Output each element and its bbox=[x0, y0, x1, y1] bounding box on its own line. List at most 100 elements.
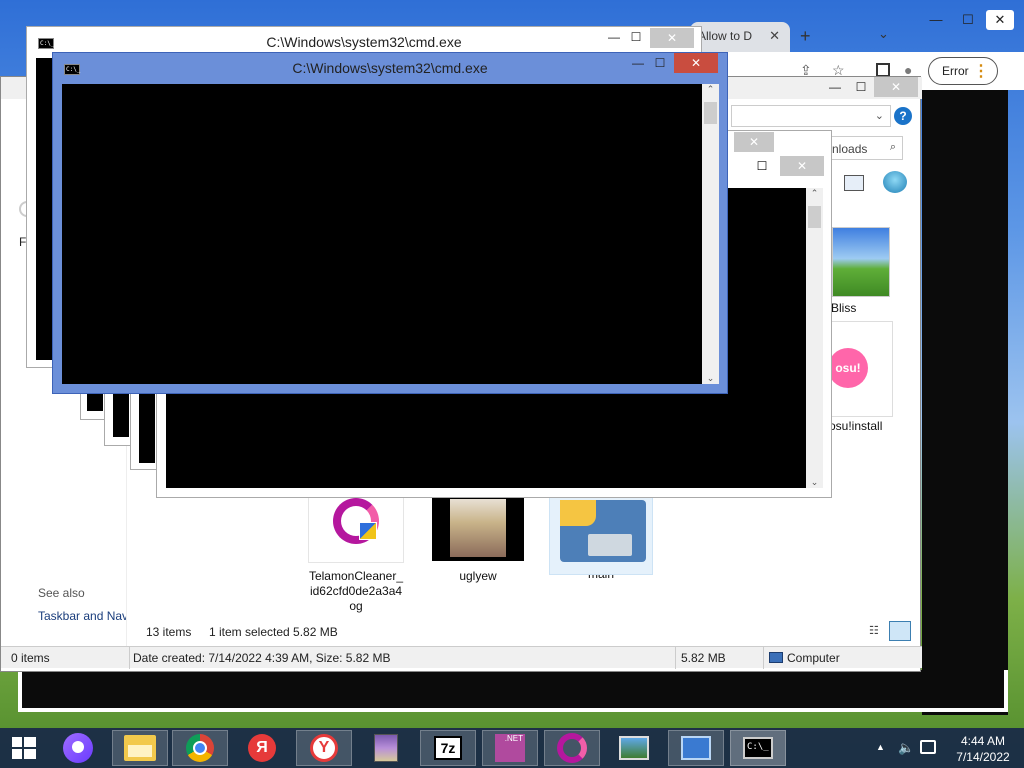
uglyew-thumbnail bbox=[432, 497, 524, 561]
dotnet-installer-taskbar-button[interactable]: .NET bbox=[482, 730, 538, 766]
scroll-thumb[interactable] bbox=[704, 102, 717, 124]
opera-taskbar-button[interactable] bbox=[544, 730, 600, 766]
file-label-line2: id62cfd0de2a3a4 bbox=[309, 584, 403, 598]
file-label: osu!install bbox=[829, 419, 883, 433]
close-button[interactable]: ✕ bbox=[986, 10, 1014, 30]
file-main[interactable]: main bbox=[549, 497, 653, 581]
explorer-status-bar: 0 items Date created: 7/14/2022 4:39 AM,… bbox=[1, 646, 922, 669]
taskbar-link[interactable]: Taskbar and Navigation bbox=[38, 609, 126, 623]
start-button[interactable] bbox=[0, 730, 48, 766]
status-details: Date created: 7/14/2022 4:39 AM, Size: 5… bbox=[133, 651, 391, 665]
address-bar[interactable]: ⌄ bbox=[731, 105, 891, 127]
maximize-button[interactable]: ☐ bbox=[848, 77, 874, 97]
explorer-window-controls: — ☐ ✕ bbox=[822, 77, 918, 97]
scroll-thumb[interactable] bbox=[808, 206, 821, 228]
computer-icon bbox=[769, 652, 783, 663]
chevron-down-icon[interactable]: ⌄ bbox=[875, 109, 884, 122]
status-items: 0 items bbox=[11, 651, 50, 665]
folder-icon bbox=[124, 735, 156, 761]
network-icon[interactable] bbox=[920, 740, 936, 754]
file-explorer-taskbar-button[interactable] bbox=[112, 730, 168, 766]
file-label: Bliss bbox=[831, 301, 857, 315]
yandex-taskbar-button[interactable]: Y bbox=[296, 730, 352, 766]
alice-assistant-button[interactable] bbox=[50, 730, 106, 766]
chrome-content-bottom bbox=[18, 670, 1008, 712]
telamon-thumbnail bbox=[308, 497, 404, 563]
close-button[interactable]: ✕ bbox=[650, 28, 694, 48]
winrar-icon bbox=[374, 734, 398, 762]
help-icon[interactable]: ? bbox=[894, 107, 912, 125]
location-label: Computer bbox=[787, 651, 840, 665]
selection-info: 1 item selected 5.82 MB bbox=[209, 625, 338, 639]
minimize-button[interactable]: — bbox=[628, 56, 648, 70]
close-button[interactable]: ✕ bbox=[874, 77, 918, 97]
vertical-scrollbar[interactable]: ⌃ ⌄ bbox=[806, 188, 823, 488]
close-icon[interactable]: ✕ bbox=[769, 28, 780, 44]
close-button[interactable]: ✕ bbox=[780, 156, 824, 176]
close-button[interactable]: ✕ bbox=[734, 132, 774, 152]
scroll-down-icon[interactable]: ⌄ bbox=[702, 373, 719, 384]
minimize-button[interactable]: — bbox=[604, 30, 624, 44]
status-location: Computer bbox=[769, 651, 840, 665]
file-label: uglyew bbox=[459, 569, 497, 583]
7zip-taskbar-button[interactable]: 7z bbox=[420, 730, 476, 766]
file-label-line1: TelamonCleaner_ bbox=[308, 569, 404, 583]
chrome-icon bbox=[186, 734, 214, 762]
control-panel-taskbar-button[interactable] bbox=[668, 730, 724, 766]
chrome-tab[interactable]: Allow to D ✕ bbox=[690, 22, 790, 52]
new-tab-button[interactable]: + bbox=[800, 26, 811, 47]
windows-logo-icon bbox=[12, 737, 36, 759]
cmd-window-front[interactable]: C:\_ C:\Windows\system32\cmd.exe — ☐ ✕ ⌃… bbox=[52, 52, 728, 394]
photo-viewer-taskbar-button[interactable] bbox=[606, 730, 662, 766]
scroll-up-icon[interactable]: ⌃ bbox=[806, 188, 823, 199]
vertical-scrollbar[interactable]: ⌃ ⌄ bbox=[702, 84, 719, 384]
control-panel-icon bbox=[681, 736, 711, 760]
yandex-browser-button[interactable]: Я bbox=[234, 730, 290, 766]
large-icons-view-icon[interactable] bbox=[889, 621, 911, 641]
scroll-down-icon[interactable]: ⌄ bbox=[806, 477, 823, 488]
maximize-button[interactable]: ☐ bbox=[752, 156, 772, 176]
winrar-taskbar-button[interactable] bbox=[358, 730, 414, 766]
floppy-disk-icon bbox=[560, 500, 646, 562]
taskbar: Я Y 7z .NET C:\_ bbox=[0, 728, 1024, 768]
cmd-taskbar-button[interactable]: C:\_ bbox=[730, 730, 786, 766]
main-thumbnail-selected bbox=[549, 497, 653, 575]
error-button[interactable]: Error ⋮ bbox=[928, 57, 998, 85]
preview-pane-icon[interactable] bbox=[844, 175, 864, 191]
minimize-button[interactable]: — bbox=[822, 77, 848, 97]
error-label: Error bbox=[942, 64, 969, 78]
scroll-up-icon[interactable]: ⌃ bbox=[702, 84, 719, 95]
chrome-taskbar-button[interactable] bbox=[172, 730, 228, 766]
system-clock[interactable]: 4:44 AM 7/14/2022 bbox=[948, 733, 1018, 765]
file-label-line3: og bbox=[349, 599, 363, 613]
clock-time: 4:44 AM bbox=[960, 734, 1006, 748]
file-telamoncleaner[interactable]: TelamonCleaner_ id62cfd0de2a3a4 og bbox=[307, 497, 405, 614]
photo-viewer-icon bbox=[619, 736, 649, 760]
volume-muted-icon[interactable]: 🔈 bbox=[898, 740, 914, 755]
file-uglyew[interactable]: uglyew bbox=[431, 497, 525, 583]
chrome-tab-label: Allow to D bbox=[698, 29, 753, 43]
yandex-icon: Y bbox=[310, 734, 338, 762]
7zip-icon: 7z bbox=[434, 736, 462, 760]
menu-icon[interactable]: ⋮ bbox=[973, 61, 989, 81]
console-output[interactable] bbox=[62, 84, 702, 384]
details-view-icon[interactable]: ☷ bbox=[869, 624, 885, 638]
maximize-button[interactable]: ☐ bbox=[626, 30, 646, 44]
yandex-browser-icon: Я bbox=[248, 734, 276, 762]
maximize-button[interactable]: ☐ bbox=[650, 56, 670, 70]
close-button[interactable]: ✕ bbox=[674, 53, 718, 73]
show-hidden-icons-button[interactable]: ▲ bbox=[876, 742, 885, 752]
opera-icon bbox=[557, 733, 587, 763]
uac-shield-icon bbox=[359, 522, 377, 540]
chrome-window-controls: — ☐ ✕ bbox=[922, 10, 1014, 30]
item-count: 13 items bbox=[146, 625, 192, 639]
chrome-content bbox=[922, 90, 1008, 715]
file-bliss[interactable]: Bliss bbox=[831, 227, 891, 315]
maximize-button[interactable]: ☐ bbox=[954, 10, 982, 30]
window-title: C:\Windows\system32\cmd.exe bbox=[266, 34, 462, 50]
tab-search-icon[interactable]: ⌄ bbox=[878, 26, 889, 42]
minimize-button[interactable]: — bbox=[922, 10, 950, 30]
reading-list-icon[interactable] bbox=[876, 63, 890, 77]
shell-icon[interactable] bbox=[883, 171, 907, 193]
alice-icon bbox=[63, 733, 93, 763]
